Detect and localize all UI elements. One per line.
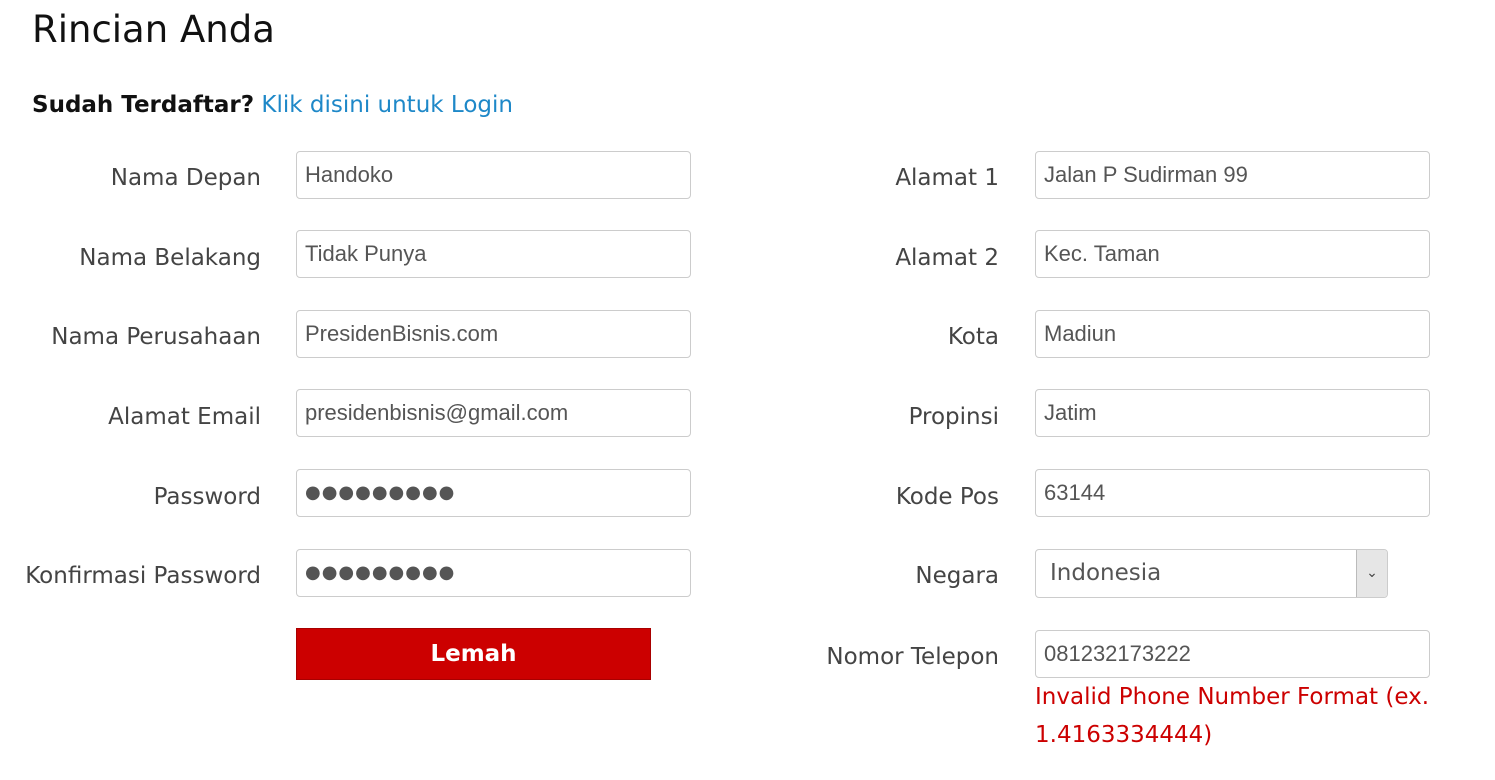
phone-error-message: Invalid Phone Number Format (ex. 1.41633… xyxy=(1035,684,1430,748)
address2-field[interactable]: Kec. Taman xyxy=(1035,230,1430,278)
company-name-label: Nama Perusahaan xyxy=(51,324,261,350)
postal-code-label: Kode Pos xyxy=(895,484,999,510)
address1-field[interactable]: Jalan P Sudirman 99 xyxy=(1035,151,1430,199)
city-field[interactable]: Madiun xyxy=(1035,310,1430,358)
email-field[interactable]: presidenbisnis@gmail.com xyxy=(296,389,691,437)
login-prompt: Sudah Terdaftar? Klik disini untuk Login xyxy=(32,92,513,118)
country-label: Negara xyxy=(915,563,999,589)
phone-label: Nomor Telepon xyxy=(826,644,999,670)
company-name-field[interactable]: PresidenBisnis.com xyxy=(296,310,691,358)
country-select[interactable]: Indonesia ⌄ xyxy=(1035,549,1388,598)
already-registered-text: Sudah Terdaftar? xyxy=(32,92,255,118)
confirm-password-field[interactable]: ●●●●●●●●● xyxy=(296,549,691,597)
email-label: Alamat Email xyxy=(108,404,261,430)
postal-code-field[interactable]: 63144 xyxy=(1035,469,1430,517)
province-field[interactable]: Jatim xyxy=(1035,389,1430,437)
country-selected-value: Indonesia xyxy=(1050,560,1162,586)
phone-field[interactable]: 081232173222 xyxy=(1035,630,1430,678)
last-name-field[interactable]: Tidak Punya xyxy=(296,230,691,278)
first-name-field[interactable]: Handoko xyxy=(296,151,691,199)
login-link[interactable]: Klik disini untuk Login xyxy=(261,92,513,118)
province-label: Propinsi xyxy=(908,404,999,430)
password-strength-indicator: Lemah xyxy=(296,628,651,680)
password-label: Password xyxy=(153,484,261,510)
address1-label: Alamat 1 xyxy=(895,165,999,191)
last-name-label: Nama Belakang xyxy=(79,245,261,271)
password-field[interactable]: ●●●●●●●●● xyxy=(296,469,691,517)
page-title: Rincian Anda xyxy=(32,8,275,51)
first-name-label: Nama Depan xyxy=(110,165,261,191)
city-label: Kota xyxy=(947,324,999,350)
address2-label: Alamat 2 xyxy=(895,245,999,271)
confirm-password-label: Konfirmasi Password xyxy=(25,563,261,589)
chevron-down-icon[interactable]: ⌄ xyxy=(1356,550,1387,597)
